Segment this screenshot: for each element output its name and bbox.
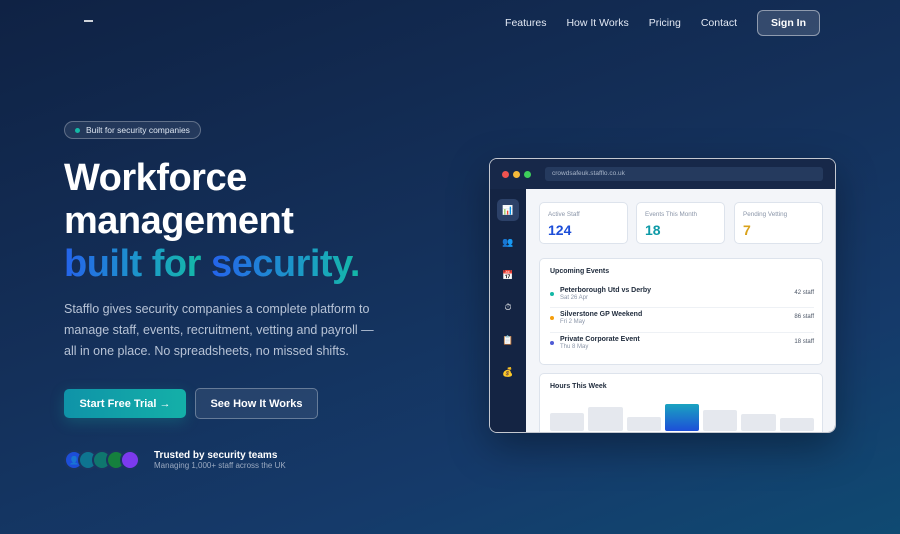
- clock-icon[interactable]: ⏱: [497, 297, 519, 319]
- stat-card-pending-vetting: Pending Vetting 7: [734, 202, 823, 244]
- headline-line-2: management: [64, 200, 294, 242]
- hours-bar: [779, 418, 814, 431]
- upcoming-events-card: Upcoming Events Peterborough Utd vs Derb…: [539, 258, 823, 365]
- stat-value: 18: [645, 222, 661, 238]
- chart-icon[interactable]: 📊: [497, 199, 519, 221]
- hours-bar: [664, 404, 700, 431]
- minimize-dot-icon: [513, 171, 520, 178]
- trust-subtitle: Managing 1,000+ staff across the UK: [154, 461, 286, 470]
- see-how-it-works-button[interactable]: See How It Works: [195, 388, 318, 419]
- dashboard-sidebar: 📊 👥 📅 ⏱ 📋 💰: [490, 189, 526, 432]
- event-staff-count: 18 staff: [794, 339, 814, 345]
- stat-card-active-staff: Active Staff 124: [539, 202, 628, 244]
- event-staff-count: 86 staff: [794, 314, 814, 320]
- headline-line-1: Workforce: [64, 157, 247, 199]
- hours-this-week-card: Hours This Week: [539, 373, 823, 432]
- start-free-trial-button[interactable]: Start Free Trial →: [64, 389, 186, 418]
- nav-links: Features How It Works Pricing Contact Si…: [505, 10, 820, 36]
- hours-bar-chart: [550, 401, 814, 431]
- hero-description: Stafflo gives security companies a compl…: [64, 302, 374, 358]
- top-nav: Features How It Works Pricing Contact Si…: [0, 0, 900, 44]
- status-dot-icon: [550, 341, 554, 345]
- hours-bar: [550, 412, 585, 431]
- event-row[interactable]: Private Corporate Event Thu 8 May 18 sta…: [550, 336, 814, 360]
- trust-title: Trusted by security teams: [154, 450, 278, 461]
- event-staff-count: 42 staff: [794, 290, 814, 296]
- dashboard-main: Active Staff 124 Events This Month 18 Pe…: [526, 189, 835, 432]
- stat-card-events-this-month: Events This Month 18: [636, 202, 725, 244]
- avatar: [120, 450, 140, 470]
- divider: [550, 307, 814, 308]
- hours-bar: [703, 409, 738, 431]
- event-name: Peterborough Utd vs Derby: [560, 287, 652, 294]
- badge-label: Built for security companies: [86, 125, 190, 135]
- headline-line-3a: built for: [64, 243, 201, 285]
- nav-link-contact[interactable]: Contact: [701, 17, 737, 29]
- sign-in-button[interactable]: Sign In: [757, 10, 820, 36]
- event-name: Private Corporate Event: [560, 336, 640, 343]
- status-dot-icon: [550, 316, 554, 320]
- maximize-dot-icon: [524, 171, 531, 178]
- event-date: Thu 8 May: [560, 344, 589, 350]
- status-dot-icon: [550, 292, 554, 296]
- address-bar: crowdsafeuk.stafflo.co.uk: [545, 167, 823, 181]
- hours-bar: [588, 406, 623, 431]
- hours-bar: [626, 416, 661, 431]
- stat-label: Pending Vetting: [743, 211, 788, 218]
- window-titlebar: crowdsafeuk.stafflo.co.uk: [490, 159, 835, 189]
- dashboard-preview-window: crowdsafeuk.stafflo.co.uk 📊 👥 📅 ⏱ 📋 💰 Active …: [489, 158, 836, 433]
- clipboard-icon[interactable]: 📋: [497, 329, 519, 351]
- divider: [550, 332, 814, 333]
- card-title: Hours This Week: [550, 383, 607, 390]
- nav-link-how-it-works[interactable]: How It Works: [566, 17, 628, 29]
- headline-line-3: built for security.: [64, 243, 360, 286]
- logo[interactable]: [84, 20, 93, 22]
- event-name: Silverstone GP Weekend: [560, 311, 643, 318]
- calendar-icon[interactable]: 📅: [497, 264, 519, 286]
- stat-value: 124: [548, 222, 572, 238]
- nav-link-features[interactable]: Features: [505, 17, 546, 29]
- stat-label: Events This Month: [645, 211, 698, 218]
- hero-badge: Built for security companies: [64, 121, 201, 139]
- hours-bar: [741, 413, 776, 431]
- card-title: Upcoming Events: [550, 268, 610, 275]
- hero-headline: Workforce management built for security.: [64, 157, 360, 286]
- stat-value: 7: [743, 222, 751, 238]
- stat-label: Active Staff: [548, 211, 580, 218]
- nav-link-pricing[interactable]: Pricing: [649, 17, 681, 29]
- event-date: Sat 26 Apr: [560, 295, 589, 301]
- money-bag-icon[interactable]: 💰: [497, 362, 519, 384]
- event-date: Fri 2 May: [560, 319, 586, 325]
- headline-line-3b: security.: [210, 243, 360, 285]
- badge-dot-icon: [75, 127, 80, 133]
- close-dot-icon: [502, 171, 509, 178]
- users-icon[interactable]: 👥: [497, 232, 519, 254]
